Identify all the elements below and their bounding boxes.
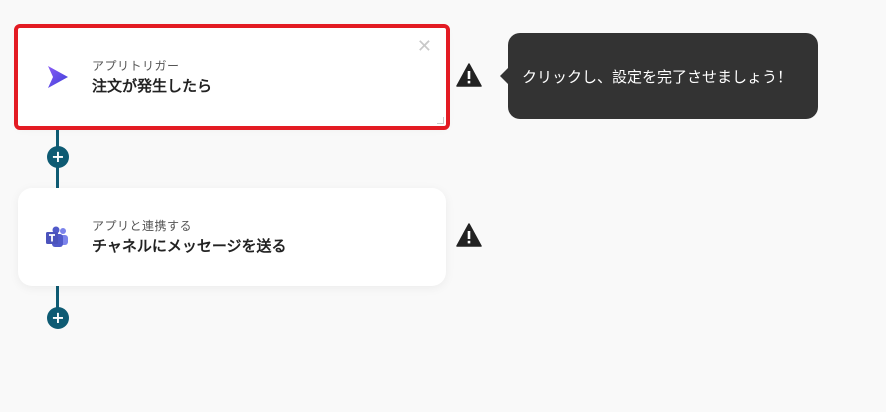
step-title: 注文が発生したら [92, 77, 213, 95]
step-title: チャネルにメッセージを送る [92, 237, 287, 255]
warning-icon [456, 63, 482, 87]
play-trigger-icon [44, 64, 70, 90]
resize-handle [437, 117, 444, 124]
tooltip-text: クリックし、設定を完了させましょう！ [522, 67, 793, 86]
action-step-card[interactable]: アプリと連携する チャネルにメッセージを送る [18, 188, 446, 286]
step-type-label: アプリと連携する [92, 219, 193, 233]
step-type-label: アプリトリガー [92, 59, 180, 73]
add-step-button[interactable]: + [47, 307, 69, 329]
close-icon[interactable]: ✕ [417, 36, 432, 57]
plus-icon: + [51, 308, 65, 327]
teams-icon [44, 224, 70, 250]
plus-icon: + [51, 147, 65, 166]
setup-tooltip: クリックし、設定を完了させましょう！ [500, 33, 818, 119]
warning-icon [456, 223, 482, 247]
trigger-step-card[interactable]: アプリトリガー 注文が発生したら ✕ [14, 24, 450, 130]
add-step-button[interactable]: + [47, 146, 69, 168]
